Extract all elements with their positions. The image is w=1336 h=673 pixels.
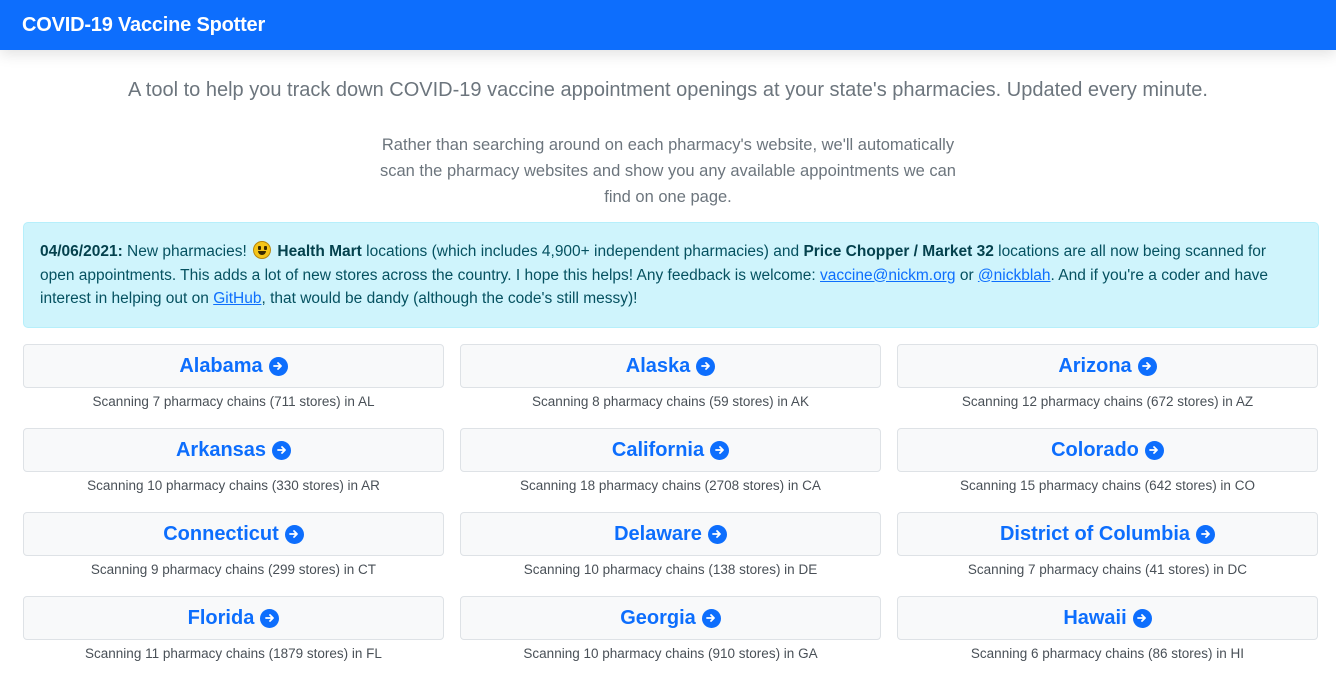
- alert-health-mart: Health Mart: [277, 243, 362, 260]
- github-link[interactable]: GitHub: [213, 290, 261, 307]
- state-button-california[interactable]: California: [460, 428, 881, 472]
- scan-info: Scanning 11 pharmacy chains (1879 stores…: [85, 646, 382, 661]
- state-card: Delaware Scanning 10 pharmacy chains (13…: [460, 512, 881, 586]
- state-button-georgia[interactable]: Georgia: [460, 596, 881, 640]
- scan-info: Scanning 10 pharmacy chains (138 stores)…: [523, 562, 818, 577]
- brand-link[interactable]: COVID-19 Vaccine Spotter: [22, 14, 265, 37]
- state-card: Arizona Scanning 12 pharmacy chains (672…: [897, 344, 1318, 418]
- intro-lead: A tool to help you track down COVID-19 v…: [128, 79, 1208, 101]
- state-name: Georgia: [620, 606, 696, 629]
- scan-info: Scanning 7 pharmacy chains (41 stores) i…: [967, 562, 1248, 577]
- email-link[interactable]: vaccine@nickm.org: [820, 267, 955, 284]
- state-name: Arizona: [1058, 354, 1132, 377]
- grinning-face-icon: [253, 241, 272, 259]
- state-card: California Scanning 18 pharmacy chains (…: [460, 428, 881, 502]
- alert-text-4: or: [955, 266, 978, 284]
- alert-date: 04/06/2021:: [40, 243, 123, 260]
- state-button-arizona[interactable]: Arizona: [897, 344, 1318, 388]
- state-name: California: [611, 438, 705, 461]
- arrow-right-circle-icon: [707, 524, 727, 544]
- state-card: Colorado Scanning 15 pharmacy chains (64…: [897, 428, 1318, 502]
- state-card: District of Columbia Scanning 7 pharmacy…: [897, 512, 1318, 586]
- scan-info: Scanning 15 pharmacy chains (642 stores)…: [960, 478, 1255, 493]
- arrow-right-circle-icon: [701, 608, 721, 628]
- intro-sub: Rather than searching around on each pha…: [379, 136, 956, 206]
- state-name: Arkansas: [175, 438, 267, 461]
- scan-info: Scanning 6 pharmacy chains (86 stores) i…: [970, 646, 1245, 661]
- scan-info: Scanning 10 pharmacy chains (910 stores)…: [523, 646, 818, 661]
- state-card: Alabama Scanning 7 pharmacy chains (711 …: [23, 344, 444, 418]
- state-button-connecticut[interactable]: Connecticut: [23, 512, 444, 556]
- state-card: Alaska Scanning 8 pharmacy chains (59 st…: [460, 344, 881, 418]
- state-card: Georgia Scanning 10 pharmacy chains (910…: [460, 596, 881, 670]
- state-button-alaska[interactable]: Alaska: [460, 344, 881, 388]
- state-card: Arkansas Scanning 10 pharmacy chains (33…: [23, 428, 444, 502]
- state-button-hawaii[interactable]: Hawaii: [897, 596, 1318, 640]
- scan-info: Scanning 10 pharmacy chains (330 stores)…: [87, 478, 380, 493]
- arrow-right-circle-icon: [268, 356, 288, 376]
- arrow-right-circle-icon: [272, 440, 292, 460]
- scan-info: Scanning 12 pharmacy chains (672 stores)…: [961, 394, 1254, 409]
- scan-info: Scanning 8 pharmacy chains (59 stores) i…: [532, 394, 809, 409]
- alert-text-2: locations (which includes 4,900+ indepen…: [361, 243, 804, 260]
- state-name: Florida: [187, 606, 255, 629]
- arrow-right-circle-icon: [260, 608, 280, 628]
- state-name: Alaska: [625, 354, 691, 377]
- state-button-alabama[interactable]: Alabama: [23, 344, 444, 388]
- arrow-right-circle-icon: [696, 356, 716, 376]
- arrow-right-circle-icon: [1144, 440, 1164, 460]
- state-name: District of Columbia: [999, 522, 1190, 545]
- state-card: Connecticut Scanning 9 pharmacy chains (…: [23, 512, 444, 586]
- state-card: Florida Scanning 11 pharmacy chains (187…: [23, 596, 444, 670]
- scan-info: Scanning 9 pharmacy chains (299 stores) …: [90, 562, 377, 577]
- arrow-right-circle-icon: [284, 524, 304, 544]
- scan-info: Scanning 18 pharmacy chains (2708 stores…: [520, 478, 821, 493]
- arrow-right-circle-icon: [1137, 356, 1157, 376]
- state-card: Hawaii Scanning 6 pharmacy chains (86 st…: [897, 596, 1318, 670]
- state-name: Alabama: [179, 354, 263, 377]
- state-name: Colorado: [1051, 438, 1139, 461]
- arrow-right-circle-icon: [710, 440, 730, 460]
- state-button-florida[interactable]: Florida: [23, 596, 444, 640]
- state-button-colorado[interactable]: Colorado: [897, 428, 1318, 472]
- navbar: COVID-19 Vaccine Spotter: [0, 0, 1336, 50]
- alert-text-1: New pharmacies!: [122, 243, 252, 260]
- state-button-district-of-columbia[interactable]: District of Columbia: [897, 512, 1318, 556]
- arrow-right-circle-icon: [1196, 524, 1215, 544]
- arrow-right-circle-icon: [1132, 608, 1152, 628]
- scan-info: Scanning 7 pharmacy chains (711 stores) …: [92, 394, 375, 409]
- alert-text-6: , that would be dandy (although the code…: [261, 290, 638, 307]
- twitter-link[interactable]: @nickblah: [978, 267, 1051, 284]
- state-name: Delaware: [614, 522, 702, 545]
- state-button-arkansas[interactable]: Arkansas: [23, 428, 444, 472]
- state-name: Connecticut: [163, 522, 279, 545]
- alert-price-chopper: Price Chopper / Market 32: [803, 243, 994, 260]
- announcement-alert: 04/06/2021: New pharmacies! Health Mart …: [23, 222, 1319, 328]
- state-button-delaware[interactable]: Delaware: [460, 512, 881, 556]
- state-name: Hawaii: [1063, 606, 1127, 629]
